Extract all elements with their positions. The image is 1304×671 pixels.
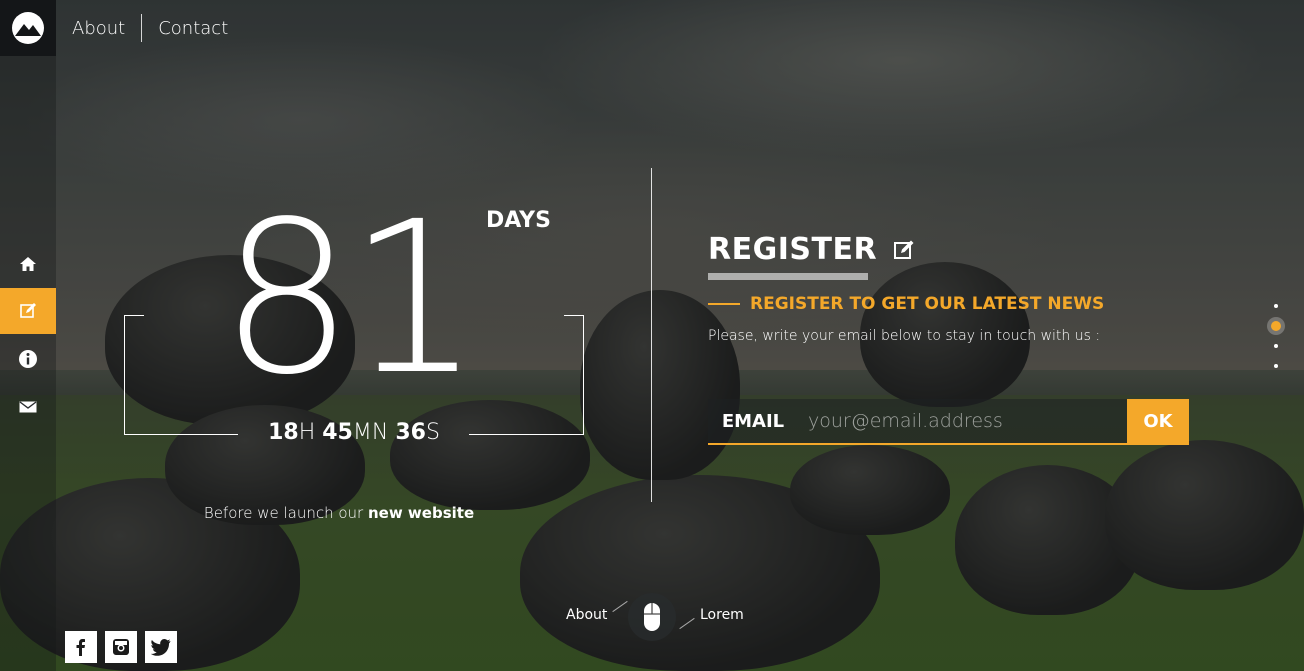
page-dot-1[interactable] xyxy=(1274,304,1278,308)
logo[interactable] xyxy=(0,0,56,56)
bottom-lorem-link[interactable]: Lorem xyxy=(700,607,744,623)
facebook-button[interactable] xyxy=(65,631,97,663)
scroll-down-button[interactable] xyxy=(628,593,676,641)
bracket-right-top xyxy=(564,315,584,435)
sidebar-item-info[interactable] xyxy=(0,336,56,382)
sidebar-item-home[interactable] xyxy=(0,241,56,287)
register-title-underline xyxy=(708,273,868,280)
page-dot-3[interactable] xyxy=(1274,344,1278,348)
email-form: EMAIL OK xyxy=(708,399,1189,445)
register-title: REGISTER xyxy=(708,232,878,267)
sidebar-item-contact[interactable] xyxy=(0,384,56,430)
email-label: EMAIL xyxy=(721,410,785,432)
hours-unit: H xyxy=(298,420,316,445)
mouse-icon xyxy=(644,603,660,631)
minutes-unit: MN xyxy=(352,420,389,445)
launch-tagline: Before we launch our new website xyxy=(124,504,554,522)
instagram-icon xyxy=(113,639,129,655)
minutes-value: 45 xyxy=(322,420,353,445)
bracket-left xyxy=(124,315,125,435)
edit-icon xyxy=(20,303,36,318)
register-heading: REGISTER xyxy=(708,232,1198,267)
register-subtitle: REGISTER TO GET OUR LATEST NEWS xyxy=(750,294,1105,314)
page-dot-2-active[interactable] xyxy=(1267,317,1285,335)
info-icon xyxy=(19,350,37,368)
time-remaining: 18H 45MN 36S xyxy=(124,420,584,445)
top-nav: About Contact xyxy=(56,0,244,56)
submit-button[interactable]: OK xyxy=(1127,399,1189,443)
home-icon xyxy=(20,257,36,271)
register-description: Please, write your email below to stay i… xyxy=(708,328,1101,344)
sidebar xyxy=(0,0,56,671)
instagram-button[interactable] xyxy=(105,631,137,663)
tagline-text: Before we launch our xyxy=(203,504,368,522)
mail-icon xyxy=(19,401,37,413)
countdown: 81 DAYS 18H 45MN 36S Before we launch ou… xyxy=(124,194,584,540)
page-dot-4[interactable] xyxy=(1274,364,1278,368)
email-input[interactable] xyxy=(798,399,1127,443)
nav-contact-link[interactable]: Contact xyxy=(142,18,244,39)
vertical-divider xyxy=(651,168,652,502)
bottom-about-link[interactable]: About xyxy=(566,607,607,623)
register-subtitle-row: REGISTER TO GET OUR LATEST NEWS xyxy=(708,294,1198,314)
seconds-value: 36 xyxy=(395,420,426,445)
nav-about-link[interactable]: About xyxy=(56,18,141,39)
register-section: REGISTER REGISTER TO GET OUR LATEST NEWS… xyxy=(708,232,1198,445)
seconds-unit: S xyxy=(425,420,440,445)
facebook-icon xyxy=(76,639,85,656)
twitter-button[interactable] xyxy=(145,631,177,663)
mountain-logo-icon xyxy=(12,12,44,44)
days-label: DAYS xyxy=(486,208,551,233)
tagline-highlight: new website xyxy=(368,504,475,522)
sidebar-item-register[interactable] xyxy=(0,288,56,334)
twitter-icon xyxy=(151,638,171,656)
hours-value: 18 xyxy=(268,420,299,445)
subtitle-line xyxy=(708,303,740,305)
bracket-left-top xyxy=(124,315,144,435)
days-count: 81 xyxy=(220,176,481,421)
edit-icon xyxy=(894,240,914,259)
